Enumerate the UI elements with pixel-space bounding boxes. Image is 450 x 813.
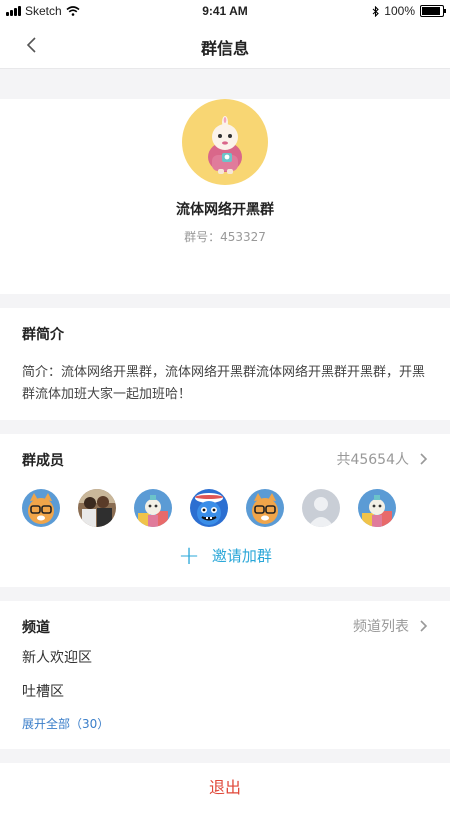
group-avatar[interactable] xyxy=(182,99,268,185)
channel-list-label: 频道列表 xyxy=(353,619,409,635)
members-count-link[interactable]: 共45654人 xyxy=(336,449,428,469)
channels-header[interactable]: 频道 频道列表 xyxy=(0,601,450,649)
channel-list-link[interactable]: 频道列表 xyxy=(353,616,428,636)
bluetooth-icon xyxy=(372,5,380,17)
intro-title: 群简介 xyxy=(22,327,64,343)
blue-monster-avatar-icon xyxy=(190,489,228,527)
member-avatar[interactable] xyxy=(246,489,284,527)
invite-button[interactable]: + 邀请加群 xyxy=(0,540,450,571)
member-avatars xyxy=(0,489,450,527)
member-avatar[interactable] xyxy=(78,489,116,527)
member-avatar[interactable] xyxy=(190,489,228,527)
cat-avatar-icon xyxy=(22,489,60,527)
invite-label: 邀请加群 xyxy=(211,547,272,565)
members-title: 群成员 xyxy=(22,453,64,469)
channels-title: 频道 xyxy=(22,620,50,636)
members-count: 共45654人 xyxy=(336,452,409,468)
status-bar: Sketch 9:41 AM 100% xyxy=(0,0,450,22)
status-right: 100% xyxy=(372,4,446,18)
expand-all-link[interactable]: 展开全部（30） xyxy=(0,715,450,732)
member-avatar[interactable] xyxy=(134,489,172,527)
group-photo-avatar-icon xyxy=(78,489,116,527)
chevron-right-icon xyxy=(420,620,428,632)
channels-section: 频道 频道列表 新人欢迎区 吐槽区 展开全部（30） xyxy=(0,601,450,749)
channel-item[interactable]: 吐槽区 xyxy=(0,681,450,701)
exit-button[interactable]: 退出 xyxy=(0,763,450,813)
cat-avatar-icon xyxy=(246,489,284,527)
chevron-right-icon xyxy=(420,453,428,465)
channel-item[interactable]: 新人欢迎区 xyxy=(0,647,450,667)
group-id: 群号：453327 xyxy=(184,230,266,244)
intro-text: 简介：流体网络开黑群，流体网络开黑群流体网络开黑群开黑群，开黑群流体加班大家一起… xyxy=(22,365,426,402)
page-title: 群信息 xyxy=(200,39,249,58)
member-avatar[interactable] xyxy=(358,489,396,527)
plus-icon: + xyxy=(178,540,200,571)
member-avatar[interactable] xyxy=(302,489,340,527)
default-avatar-icon xyxy=(302,489,340,527)
character-avatar-icon xyxy=(358,489,396,527)
group-intro-section: 群简介 简介：流体网络开黑群，流体网络开黑群流体网络开黑群开黑群，开黑群流体加班… xyxy=(0,308,450,420)
members-section: 群成员 共45654人 + 邀请加群 xyxy=(0,434,450,587)
member-avatar[interactable] xyxy=(22,489,60,527)
battery-percent: 100% xyxy=(384,4,415,18)
group-profile: 流体网络开黑群 群号：453327 xyxy=(0,99,450,294)
members-header[interactable]: 群成员 共45654人 xyxy=(0,434,450,482)
nav-bar: 群信息 xyxy=(0,22,450,69)
character-avatar-icon xyxy=(134,489,172,527)
group-name: 流体网络开黑群 xyxy=(176,202,274,218)
character-icon xyxy=(208,116,242,174)
battery-icon xyxy=(420,5,446,17)
